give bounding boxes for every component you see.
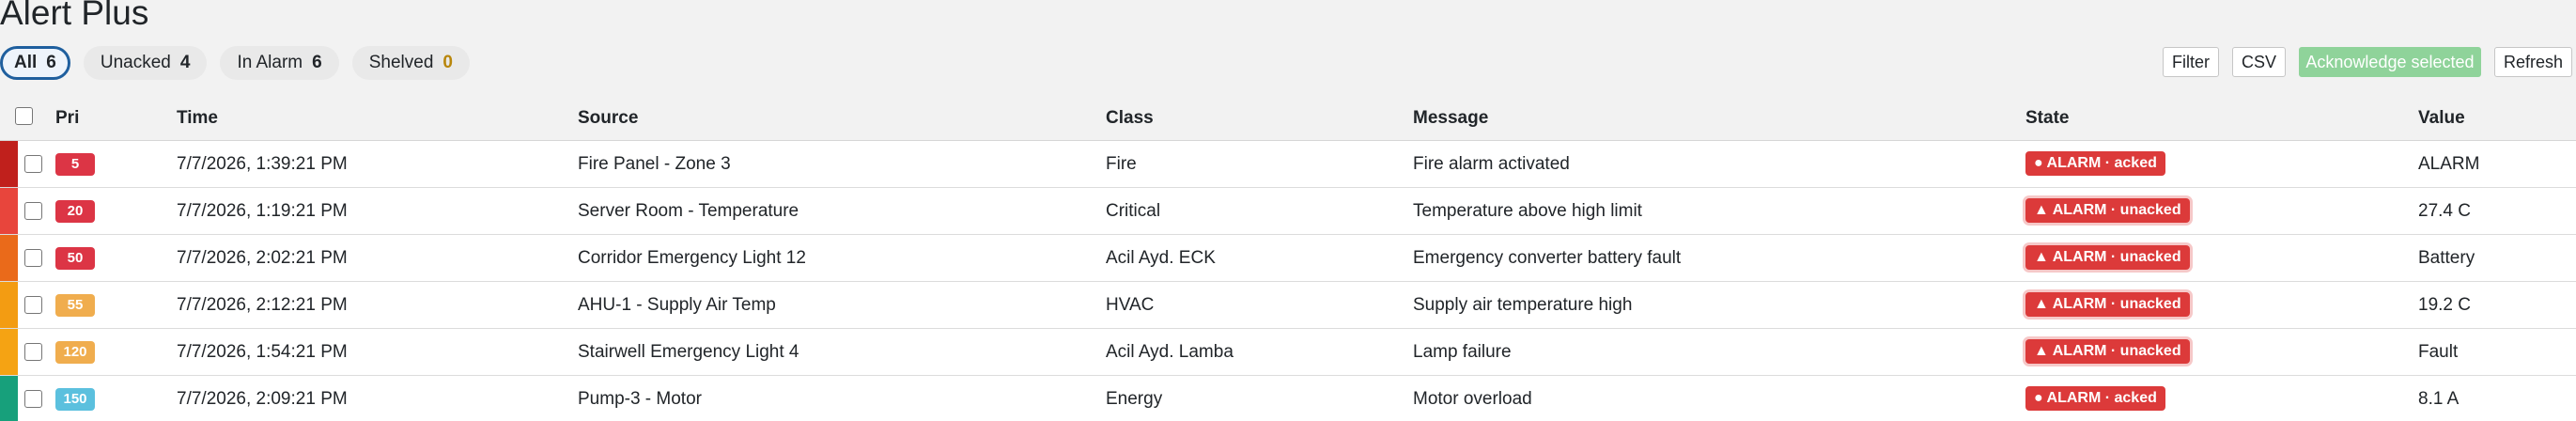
row-checkbox[interactable] — [24, 296, 42, 314]
state-badge: ● ALARM · acked — [2025, 151, 2165, 176]
message-cell: Temperature above high limit — [1413, 201, 1642, 221]
column-header-pri[interactable]: Pri — [55, 96, 79, 141]
row-checkbox[interactable] — [24, 249, 42, 267]
filter-all-pill[interactable]: All 6 — [0, 46, 70, 80]
filter-shelved-label: Shelved — [368, 53, 434, 72]
priority-badge: 5 — [55, 153, 95, 176]
source-cell: AHU-1 - Supply Air Temp — [578, 295, 776, 315]
time-cell: 7/7/2026, 1:39:21 PM — [177, 154, 348, 174]
value-cell: Battery — [2418, 248, 2475, 268]
filter-all-count: 6 — [46, 53, 56, 72]
table-row[interactable]: 20 7/7/2026, 1:19:21 PM Server Room - Te… — [0, 188, 2576, 235]
row-checkbox[interactable] — [24, 202, 42, 220]
column-header-message[interactable]: Message — [1413, 96, 1488, 141]
source-cell: Stairwell Emergency Light 4 — [578, 342, 799, 362]
app-title: Alert Plus — [0, 0, 149, 32]
state-badge: ▲ ALARM · unacked — [2025, 339, 2190, 364]
severity-bar — [0, 282, 18, 328]
filter-shelved-pill[interactable]: Shelved 0 — [351, 46, 470, 80]
class-cell: Acil Ayd. ECK — [1106, 248, 1216, 268]
table-row[interactable]: 55 7/7/2026, 2:12:21 PM AHU-1 - Supply A… — [0, 282, 2576, 329]
filter-bar: All 6 Unacked 4 In Alarm 6 Shelved 0 — [0, 46, 470, 80]
select-all-checkbox[interactable] — [15, 107, 33, 125]
message-cell: Lamp failure — [1413, 342, 1512, 362]
class-cell: HVAC — [1106, 295, 1155, 315]
time-cell: 7/7/2026, 2:12:21 PM — [177, 295, 348, 315]
column-header-state[interactable]: State — [2025, 96, 2069, 141]
table-row[interactable]: 120 7/7/2026, 1:54:21 PM Stairwell Emerg… — [0, 329, 2576, 376]
source-cell: Fire Panel - Zone 3 — [578, 154, 731, 174]
column-header-time[interactable]: Time — [177, 96, 218, 141]
value-cell: ALARM — [2418, 154, 2480, 174]
priority-badge: 20 — [55, 200, 95, 223]
filter-unacked-pill[interactable]: Unacked 4 — [83, 46, 208, 80]
source-cell: Pump-3 - Motor — [578, 389, 702, 409]
column-header-value[interactable]: Value — [2418, 96, 2465, 141]
source-cell: Server Room - Temperature — [578, 201, 799, 221]
filter-in-alarm-pill[interactable]: In Alarm 6 — [220, 46, 339, 80]
row-checkbox[interactable] — [24, 343, 42, 361]
state-badge: ● ALARM · acked — [2025, 386, 2165, 411]
column-header-class[interactable]: Class — [1106, 96, 1154, 141]
row-checkbox[interactable] — [24, 155, 42, 173]
value-cell: Fault — [2418, 342, 2459, 362]
row-checkbox[interactable] — [24, 390, 42, 408]
time-cell: 7/7/2026, 1:54:21 PM — [177, 342, 348, 362]
filter-unacked-label: Unacked — [100, 53, 171, 72]
value-cell: 27.4 C — [2418, 201, 2471, 221]
severity-bar — [0, 329, 18, 375]
filter-in-alarm-count: 6 — [312, 53, 322, 72]
csv-button[interactable]: CSV — [2231, 47, 2286, 77]
message-cell: Motor overload — [1413, 389, 1532, 409]
class-cell: Acil Ayd. Lamba — [1106, 342, 1234, 362]
priority-badge: 50 — [55, 247, 95, 270]
value-cell: 19.2 C — [2418, 295, 2471, 315]
table-row[interactable]: 5 7/7/2026, 1:39:21 PM Fire Panel - Zone… — [0, 141, 2576, 188]
state-badge: ▲ ALARM · unacked — [2025, 245, 2190, 270]
filter-button[interactable]: Filter — [2162, 47, 2219, 77]
severity-bar — [0, 235, 18, 281]
column-header-source[interactable]: Source — [578, 96, 638, 141]
time-cell: 7/7/2026, 1:19:21 PM — [177, 201, 348, 221]
priority-badge: 150 — [55, 388, 95, 411]
message-cell: Emergency converter battery fault — [1413, 248, 1682, 268]
class-cell: Energy — [1106, 389, 1163, 409]
severity-bar — [0, 376, 18, 421]
filter-shelved-count: 0 — [442, 53, 453, 72]
priority-badge: 120 — [55, 341, 95, 364]
toolbar: Filter CSV Acknowledge selected Refresh — [2162, 47, 2572, 77]
severity-bar — [0, 141, 18, 187]
table-row[interactable]: 50 7/7/2026, 2:02:21 PM Corridor Emergen… — [0, 235, 2576, 282]
table-header: Pri Time Source Class Message State Valu… — [0, 96, 2576, 141]
time-cell: 7/7/2026, 2:02:21 PM — [177, 248, 348, 268]
class-cell: Critical — [1106, 201, 1161, 221]
table-row[interactable]: 150 7/7/2026, 2:09:21 PM Pump-3 - Motor … — [0, 376, 2576, 421]
source-cell: Corridor Emergency Light 12 — [578, 248, 806, 268]
class-cell: Fire — [1106, 154, 1137, 174]
time-cell: 7/7/2026, 2:09:21 PM — [177, 389, 348, 409]
value-cell: 8.1 A — [2418, 389, 2460, 409]
filter-unacked-count: 4 — [179, 53, 191, 72]
alarm-table: Pri Time Source Class Message State Valu… — [0, 96, 2576, 421]
filter-in-alarm-label: In Alarm — [237, 53, 303, 72]
acknowledge-selected-button[interactable]: Acknowledge selected — [2298, 47, 2481, 77]
state-badge: ▲ ALARM · unacked — [2025, 198, 2190, 223]
priority-badge: 55 — [55, 294, 95, 317]
severity-bar — [0, 188, 18, 234]
state-badge: ▲ ALARM · unacked — [2025, 292, 2190, 317]
message-cell: Fire alarm activated — [1413, 154, 1570, 174]
message-cell: Supply air temperature high — [1413, 295, 1633, 315]
refresh-button[interactable]: Refresh — [2493, 47, 2572, 77]
filter-all-label: All — [14, 53, 38, 72]
